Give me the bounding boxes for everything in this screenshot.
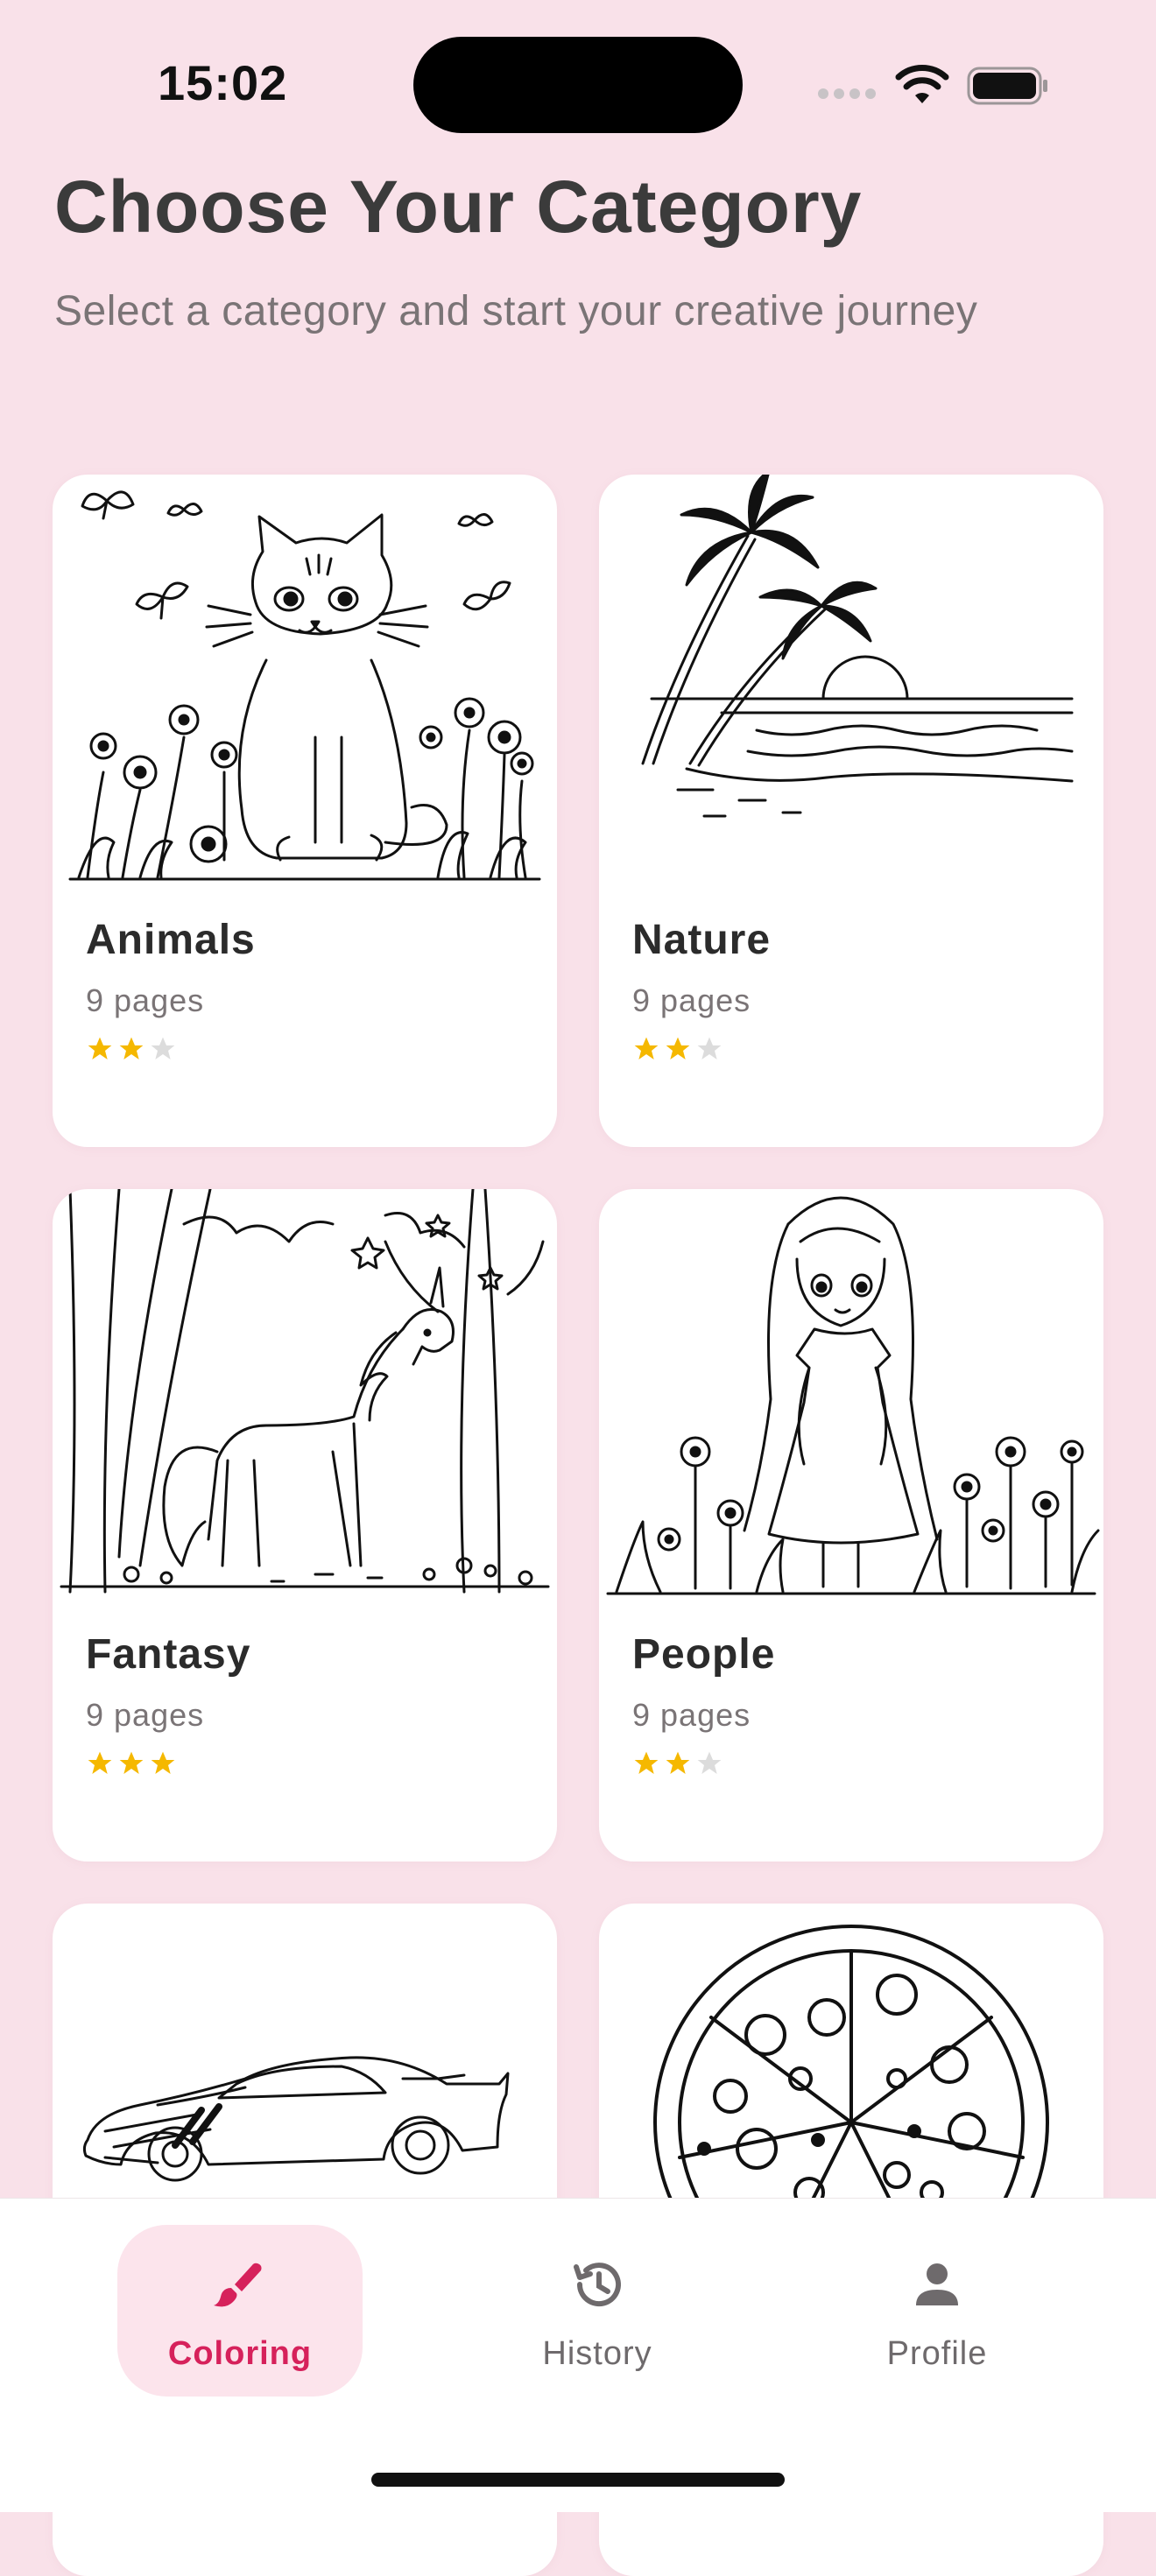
category-card-people[interactable]: People 9 pages (599, 1189, 1103, 1862)
star-empty-icon (697, 1751, 722, 1774)
difficulty-rating (86, 1035, 177, 1063)
nav-tab-history[interactable]: History (475, 2225, 720, 2397)
unicorn-illustration (60, 1189, 550, 1594)
difficulty-rating (632, 1749, 723, 1777)
brush-icon (214, 2263, 262, 2307)
star-filled-icon (666, 1037, 690, 1059)
star-filled-icon (634, 1751, 659, 1774)
difficulty-rating (632, 1035, 723, 1063)
category-card-fantasy[interactable]: Fantasy 9 pages (53, 1189, 557, 1862)
cat-illustration (68, 490, 541, 881)
nav-tab-profile[interactable]: Profile (814, 2225, 1060, 2397)
nav-label: Profile (886, 2335, 988, 2372)
status-time: 15:02 (158, 55, 288, 110)
star-filled-icon (119, 1037, 144, 1059)
card-title: Nature (632, 917, 772, 963)
nav-label: History (542, 2335, 652, 2372)
beach-sunset-illustration (641, 475, 1074, 818)
category-card-animals[interactable]: Animals 9 pages (53, 475, 557, 1147)
page-subtitle: Select a category and start your creativ… (54, 288, 978, 334)
nav-label: Coloring (167, 2335, 313, 2372)
butterfly-icon (81, 490, 135, 520)
star-filled-icon (151, 1751, 175, 1774)
star-empty-icon (697, 1037, 722, 1059)
history-icon (574, 2263, 621, 2307)
category-card-nature[interactable]: Nature 9 pages (599, 475, 1103, 1147)
star-filled-icon (634, 1037, 659, 1059)
bottom-navigation-bar: Coloring History Profile (0, 2198, 1156, 2512)
star-filled-icon (88, 1751, 112, 1774)
difficulty-rating (86, 1749, 177, 1777)
card-page-count: 9 pages (632, 1697, 751, 1733)
status-bar: 15:02 (0, 0, 1156, 166)
dynamic-island (413, 37, 743, 133)
cellular-signal-icon (818, 88, 881, 103)
card-title: People (632, 1631, 776, 1678)
star-empty-icon (151, 1037, 175, 1059)
person-icon (916, 2263, 958, 2305)
card-page-count: 9 pages (86, 1697, 205, 1733)
star-filled-icon (666, 1751, 690, 1774)
nav-tab-coloring[interactable]: Coloring (117, 2225, 363, 2397)
card-title: Fantasy (86, 1631, 251, 1678)
girl-illustration (606, 1196, 1100, 1595)
star-filled-icon (88, 1037, 112, 1059)
card-page-count: 9 pages (86, 982, 205, 1018)
page-title: Choose Your Category (54, 165, 863, 248)
card-page-count: 9 pages (632, 982, 751, 1018)
card-title: Animals (86, 917, 256, 963)
wifi-icon (895, 65, 949, 103)
battery-icon (967, 67, 1047, 105)
home-indicator[interactable] (371, 2473, 785, 2487)
star-filled-icon (119, 1751, 144, 1774)
